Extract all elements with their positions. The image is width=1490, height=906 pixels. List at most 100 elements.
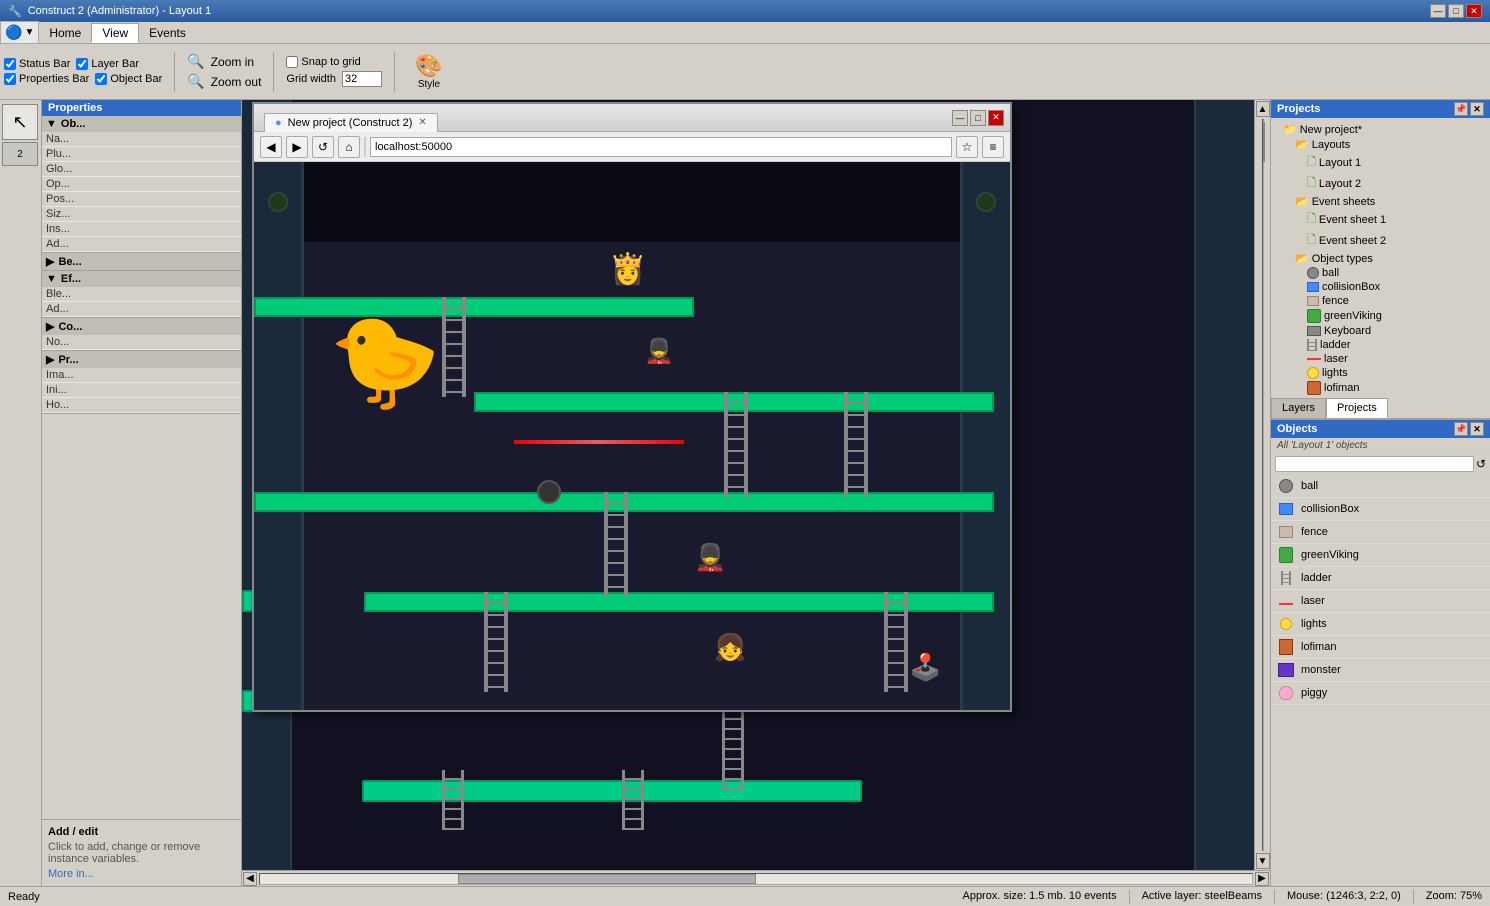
status-bar: Ready Approx. size: 1.5 mb. 10 events Ac… [0,886,1490,906]
obj-ladder-icon [1307,339,1317,351]
objects-panel: Objects 📌 ✕ All 'Layout 1' objects ↺ bal… [1271,420,1490,886]
obj-collisionbox-row[interactable]: collisionBox [1271,498,1490,521]
tree-event1[interactable]: 🗋 Event sheet 1 [1271,209,1490,230]
browser-tab-close[interactable]: ✕ [418,117,426,128]
file-menu-icon[interactable]: 🔵 ▼ [0,21,39,44]
toolbar-sep-2 [273,52,274,92]
vscroll-thumb[interactable] [1263,122,1265,162]
properties-bar-checkbox[interactable]: Properties Bar [4,73,89,85]
objects-pin[interactable]: 📌 [1454,422,1468,436]
prop-section-collision-header[interactable]: ▶Co... [42,318,241,335]
objects-refresh-icon[interactable]: ↺ [1476,457,1486,471]
object-bar-checkbox[interactable]: Object Bar [95,73,162,85]
obj-ladder-label: ladder [1301,572,1332,584]
canvas-content[interactable]: ● New project (Construct 2) ✕ — □ ✕ [242,100,1254,870]
tree-event-sheets[interactable]: 📂 Event sheets [1271,194,1490,209]
zoom-section: 🔍 Zoom in 🔍 Zoom out [187,53,261,90]
canvas-vscroll[interactable]: ▲ ▼ [1254,100,1270,870]
browser-refresh[interactable]: ↺ [312,136,334,158]
browser-url-input[interactable] [370,137,952,157]
app-icon: 🔧 [8,5,22,18]
tree-lights[interactable]: lights [1271,366,1490,380]
close-btn[interactable]: ✕ [1466,4,1482,18]
browser-maximize[interactable]: □ [970,110,986,126]
vscroll-track[interactable] [1262,119,1264,851]
browser-minimize[interactable]: — [952,110,968,126]
prop-section-behav-header[interactable]: ▶Be... [42,253,241,270]
browser-menu[interactable]: ≡ [982,136,1004,158]
minimize-btn[interactable]: — [1430,4,1446,18]
tree-keyboard[interactable]: Keyboard [1271,324,1490,338]
browser-home[interactable]: ⌂ [338,136,360,158]
obj-ball-row[interactable]: ball [1271,475,1490,498]
canvas-hscroll[interactable]: ◀ ▶ [242,870,1270,886]
prop-section-props-header[interactable]: ▶Pr... [42,351,241,368]
browser-back[interactable]: ◀ [260,136,282,158]
tree-laser[interactable]: laser [1271,352,1490,366]
layout-icon: 🗋 [1307,174,1316,193]
zoom-in-label[interactable]: Zoom in [211,55,254,69]
title-bar-controls[interactable]: — □ ✕ [1430,4,1482,18]
objects-controls[interactable]: 📌 ✕ [1454,422,1484,436]
hscroll-right[interactable]: ▶ [1255,872,1269,886]
obj-greenviking-row[interactable]: greenViking [1271,544,1490,567]
projects-pin[interactable]: 📌 [1454,102,1468,116]
projects-controls[interactable]: 📌 ✕ [1454,102,1484,116]
zoom-out-label[interactable]: Zoom out [211,75,262,89]
status-bar-checkbox[interactable]: Status Bar [4,58,70,70]
tree-collision-box[interactable]: collisionBox [1271,280,1490,294]
menu-view[interactable]: View [91,23,139,43]
status-zoom: Zoom: 75% [1426,890,1482,904]
obj-lofiman-row[interactable]: lofiman [1271,636,1490,659]
layer-bar-checkbox[interactable]: Layer Bar [76,58,139,70]
browser-close[interactable]: ✕ [988,110,1004,126]
browser-forward[interactable]: ▶ [286,136,308,158]
hscroll-left[interactable]: ◀ [243,872,257,886]
fence-icon [1279,526,1293,538]
toolbar-sep-3 [394,52,395,92]
tab-projects[interactable]: Projects [1326,398,1388,418]
obj-lights-row[interactable]: lights [1271,613,1490,636]
projects-close[interactable]: ✕ [1470,102,1484,116]
prop-section-obj-header[interactable]: ▼Ob... [42,116,241,132]
browser-tab[interactable]: ● New project (Construct 2) ✕ [264,113,438,132]
tree-fence[interactable]: fence [1271,294,1490,308]
zoom-out-row: 🔍 Zoom out [187,73,261,90]
tree-layout2[interactable]: 🗋 Layout 2 [1271,173,1490,194]
obj-fence-row[interactable]: fence [1271,521,1490,544]
obj-piggy-row[interactable]: piggy [1271,682,1490,705]
tree-object-types[interactable]: 📂 Object types [1271,251,1490,266]
char-princess: 👸 [609,252,646,287]
tree-ladder[interactable]: ladder [1271,338,1490,352]
tree-greenViking[interactable]: greenViking [1271,308,1490,324]
tree-lofiman[interactable]: lofiman [1271,380,1490,396]
tree-new-project[interactable]: 📁 New project* [1271,122,1490,137]
objects-search-input[interactable] [1275,456,1474,472]
obj-laser-row[interactable]: laser [1271,590,1490,613]
obj-ladder-row[interactable]: ladder [1271,567,1490,590]
tree-event2[interactable]: 🗋 Event sheet 2 [1271,230,1490,251]
tool-number[interactable]: 2 [2,142,38,166]
left-panel: ↖ 2 [0,100,42,886]
maximize-btn[interactable]: □ [1448,4,1464,18]
tree-layouts[interactable]: 📂 Layouts [1271,137,1490,152]
grid-width-input[interactable] [342,71,382,87]
prop-section-effects-header[interactable]: ▼Ef... [42,271,241,287]
vscroll-up[interactable]: ▲ [1256,101,1270,117]
game-left-wall [254,162,304,710]
hscroll-track[interactable] [259,873,1253,885]
menu-home[interactable]: Home [39,24,91,42]
menu-events[interactable]: Events [139,24,196,42]
vscroll-down[interactable]: ▼ [1256,853,1270,869]
browser-bookmark[interactable]: ☆ [956,136,978,158]
tool-select[interactable]: ↖ [2,104,38,140]
tab-layers[interactable]: Layers [1271,398,1326,418]
tree-ball[interactable]: ball [1271,266,1490,280]
style-button[interactable]: 🎨 Style [407,50,451,93]
tree-layout1[interactable]: 🗋 Layout 1 [1271,152,1490,173]
hscroll-thumb[interactable] [458,874,756,884]
game-ladder-3 [844,392,868,497]
snap-to-grid-checkbox[interactable]: Snap to grid [286,56,360,68]
objects-close[interactable]: ✕ [1470,422,1484,436]
obj-monster-row[interactable]: monster [1271,659,1490,682]
